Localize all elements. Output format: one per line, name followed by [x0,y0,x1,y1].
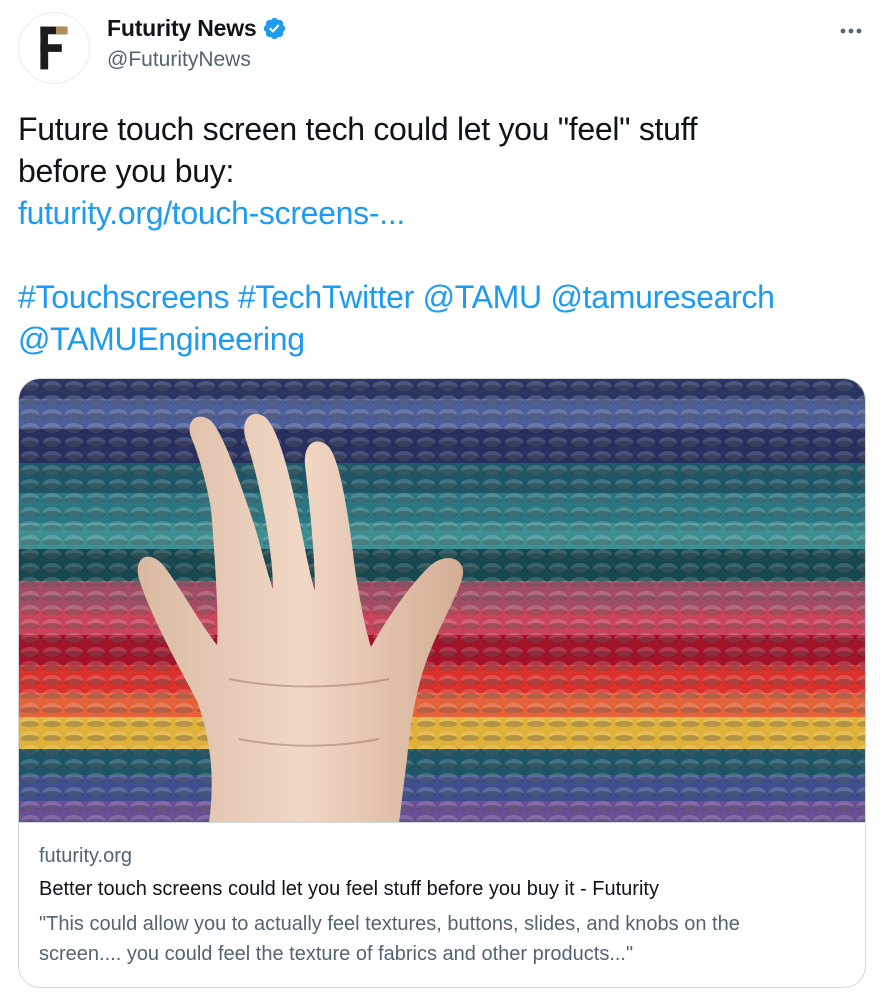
card-description-line: "This could allow you to actually feel t… [39,913,740,935]
mention-tamuresearch[interactable]: @tamuresearch [550,279,775,315]
tweet-text-line: Future touch screen tech could let you "… [18,111,698,147]
tweet-link[interactable]: futurity.org/touch-screens-... [18,195,405,231]
card-title: Better touch screens could let you feel … [39,878,659,900]
card-domain: futurity.org [39,845,132,867]
hashtag-techtwitter[interactable]: #TechTwitter [238,279,414,315]
card-description-line: screen.... you could feel the texture of… [39,943,634,965]
avatar[interactable] [18,12,90,84]
card-image[interactable] [19,379,865,823]
tweet-text-line: before you buy: [18,153,235,189]
futurity-logo [40,26,68,70]
mention-tamu[interactable]: @TAMU [423,279,543,315]
verified-badge-icon [264,17,286,40]
tweet-text: Future touch screen tech could let you "… [18,108,868,360]
display-name[interactable]: Futurity News [107,15,257,42]
hand-on-woven-rug-image [19,379,865,822]
handle[interactable]: @FuturityNews [107,48,251,72]
hashtag-touchscreens[interactable]: #Touchscreens [18,279,230,315]
tweet[interactable]: Futurity News @FuturityNews Future touch… [0,0,884,1004]
card-description: "This could allow you to actually feel t… [39,909,849,969]
more-button[interactable] [834,14,868,48]
more-horizontal-icon [840,28,862,34]
mention-tamuengineering[interactable]: @TAMUEngineering [18,321,305,357]
link-card[interactable]: futurity.org Better touch screens could … [18,378,866,988]
